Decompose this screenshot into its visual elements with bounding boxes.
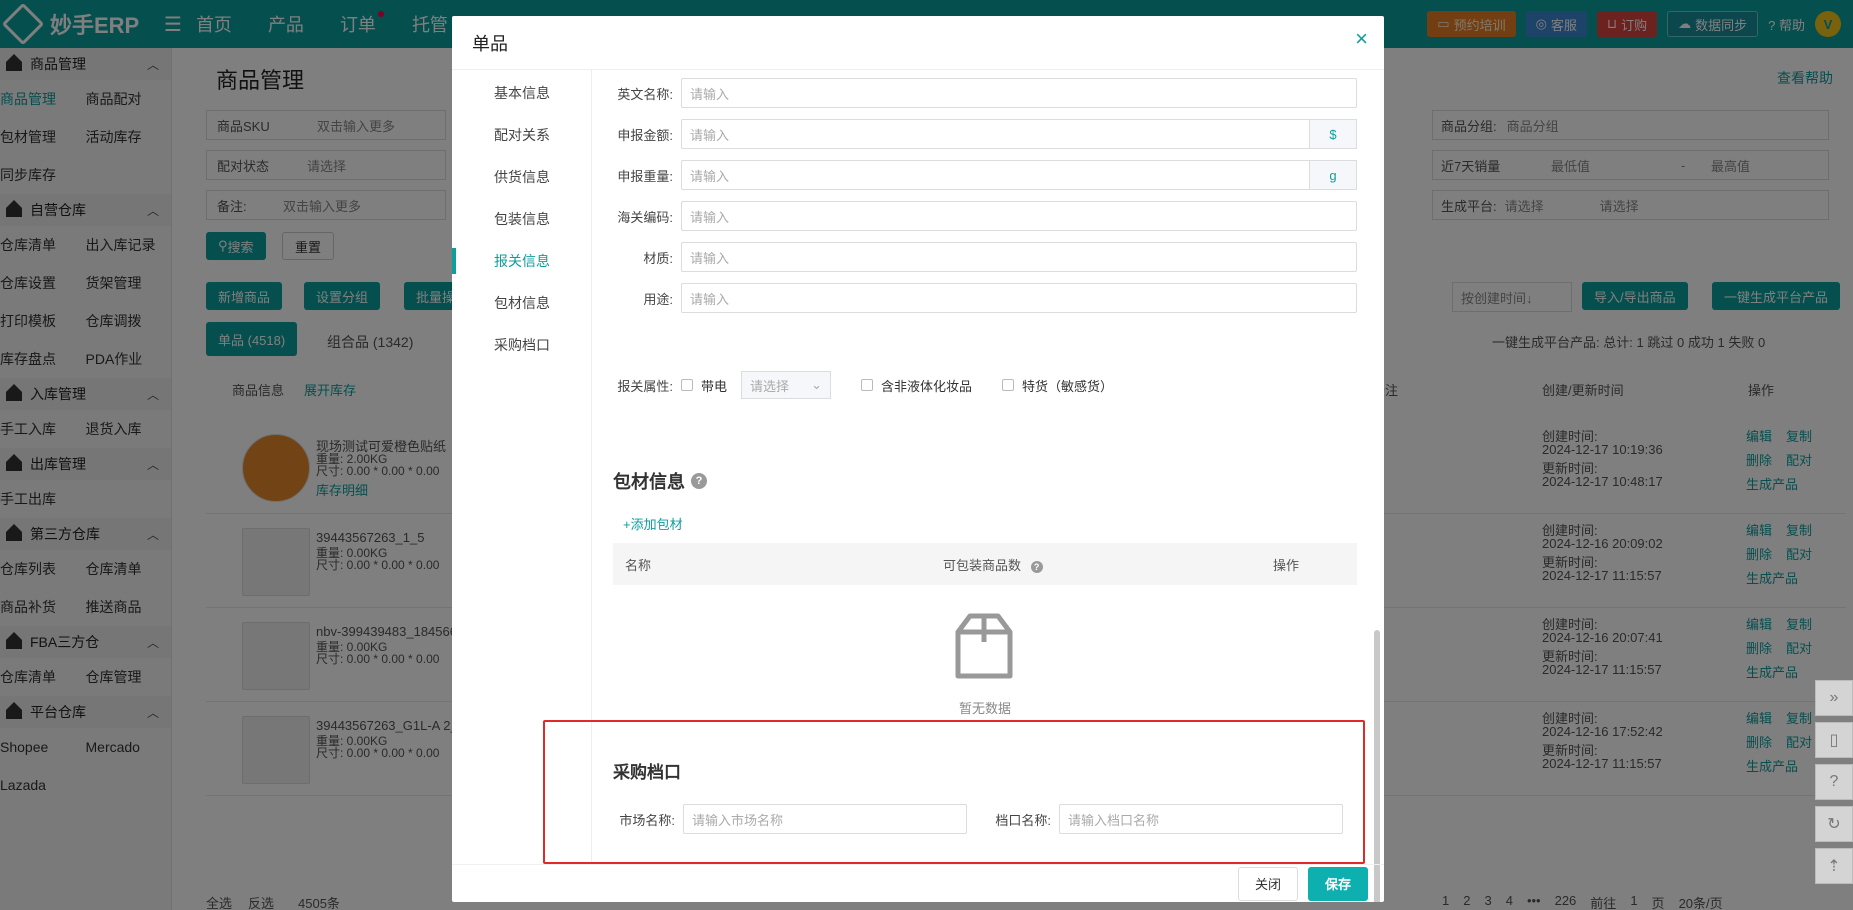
market-name-label: 市场名称: [619, 812, 675, 828]
form-label: 英文名称: [617, 86, 673, 102]
form-label: 材质: [643, 250, 673, 266]
market-name-row: 市场名称: 请输入市场名称 [593, 804, 967, 834]
empty-state-text: 暂无数据 [958, 701, 1011, 716]
modal-nav-item[interactable]: 基本信息 [452, 72, 591, 114]
form-label: 申报金额: [617, 127, 673, 143]
customs-attr-label: 报关属性: [617, 378, 673, 394]
empty-box-icon [955, 613, 1013, 679]
form-input[interactable]: 请输入 [681, 242, 1357, 272]
add-packaging-link[interactable]: +添加包材 [623, 514, 683, 533]
form-row: 申报重量: 请输入 g [593, 160, 1357, 190]
liquid-checkbox-box[interactable] [861, 379, 874, 391]
refresh-icon[interactable]: ↻ [1815, 806, 1853, 842]
special-checkbox-box[interactable] [1002, 379, 1015, 391]
packaging-title-text: 包材信息 [613, 472, 685, 492]
market-name-input[interactable]: 请输入市场名称 [683, 804, 967, 834]
form-row: 申报金额: 请输入 $ [593, 119, 1357, 149]
form-row: 英文名称: 请输入 [593, 78, 1357, 108]
modal-title: 单品 [472, 33, 508, 54]
modal-nav-item[interactable]: 包材信息 [452, 282, 591, 324]
feedback-icon[interactable]: ? [1815, 764, 1853, 800]
form-input[interactable]: 请输入 [681, 119, 1309, 149]
help-circle-icon[interactable]: ? [691, 473, 707, 489]
form-label: 用途: [643, 291, 673, 307]
special-goods-checkbox[interactable]: 特货（敏感货） [1002, 376, 1113, 395]
form-input[interactable]: 请输入 [681, 160, 1309, 190]
input-unit-suffix: g [1309, 160, 1357, 190]
modal-scrollbar[interactable] [1374, 630, 1380, 902]
battery-label: 带电 [701, 378, 728, 394]
save-button[interactable]: 保存 [1308, 866, 1368, 901]
col-qty-label: 可包装商品数 [943, 557, 1022, 573]
form-input[interactable]: 请输入 [681, 283, 1357, 313]
modal-nav-item[interactable]: 供货信息 [452, 156, 591, 198]
stall-name-label: 档口名称: [995, 812, 1051, 828]
packaging-table-header: 名称 可包装商品数 ? 操作 [613, 543, 1357, 585]
customs-attributes-row: 报关属性: 带电 请选择 ⌄ 含非液体化妆品 特货（敏感货） [593, 370, 1353, 400]
stall-name-row: 档口名称: 请输入档口名称 [993, 804, 1343, 834]
battery-type-select[interactable]: 请选择 ⌄ [741, 371, 832, 399]
modal-body: 英文名称: 请输入 申报金额: 请输入 $ 申报重量: 请输入 g 海关编码: 请输入 材质: 请输入… [543, 70, 1384, 902]
col-qty: 可包装商品数 ? [943, 555, 1273, 574]
battery-checkbox-box[interactable] [681, 379, 693, 391]
collapse-icon[interactable]: » [1815, 680, 1853, 716]
purchase-section-title: 采购档口 [613, 763, 681, 782]
mobile-icon[interactable]: ▯ [1815, 722, 1853, 758]
form-label: 申报重量: [617, 168, 673, 184]
close-icon[interactable]: × [1355, 26, 1368, 52]
product-modal: 单品 × 基本信息 配对关系 供货信息 包装信息 报关信息 包材信息 采购档口 英文名称: 请… [452, 16, 1384, 902]
form-input[interactable]: 请输入 [681, 201, 1357, 231]
col-name: 名称 [625, 557, 652, 573]
help-circle-icon[interactable]: ? [1030, 560, 1043, 573]
back-to-top-icon[interactable]: ⇡ [1815, 848, 1853, 884]
battery-select-placeholder: 请选择 [750, 378, 790, 394]
col-ops: 操作 [1273, 557, 1300, 573]
modal-footer: 关闭 保存 [452, 864, 1384, 902]
modal-nav-item[interactable]: 包装信息 [452, 198, 591, 240]
form-label: 海关编码: [617, 209, 673, 225]
packaging-section-title: 包材信息 ? [613, 468, 707, 494]
close-button[interactable]: 关闭 [1238, 866, 1298, 901]
input-unit-suffix: $ [1309, 119, 1357, 149]
stall-name-input[interactable]: 请输入档口名称 [1059, 804, 1343, 834]
form-row: 材质: 请输入 [593, 242, 1357, 272]
liquid-label: 含非液体化妆品 [881, 378, 973, 394]
form-row: 海关编码: 请输入 [593, 201, 1357, 231]
form-input[interactable]: 请输入 [681, 78, 1357, 108]
battery-checkbox[interactable]: 带电 [681, 376, 727, 395]
modal-nav-item[interactable]: 采购档口 [452, 324, 591, 366]
chevron-down-icon: ⌄ [811, 377, 823, 392]
highlight-frame [543, 720, 1365, 864]
modal-nav-item[interactable]: 报关信息 [452, 240, 591, 282]
form-row: 用途: 请输入 [593, 283, 1357, 313]
modal-nav-item[interactable]: 配对关系 [452, 114, 591, 156]
special-label: 特货（敏感货） [1022, 378, 1114, 394]
modal-header: 单品 [452, 16, 1384, 70]
liquid-cosmetics-checkbox[interactable]: 含非液体化妆品 [861, 376, 972, 395]
